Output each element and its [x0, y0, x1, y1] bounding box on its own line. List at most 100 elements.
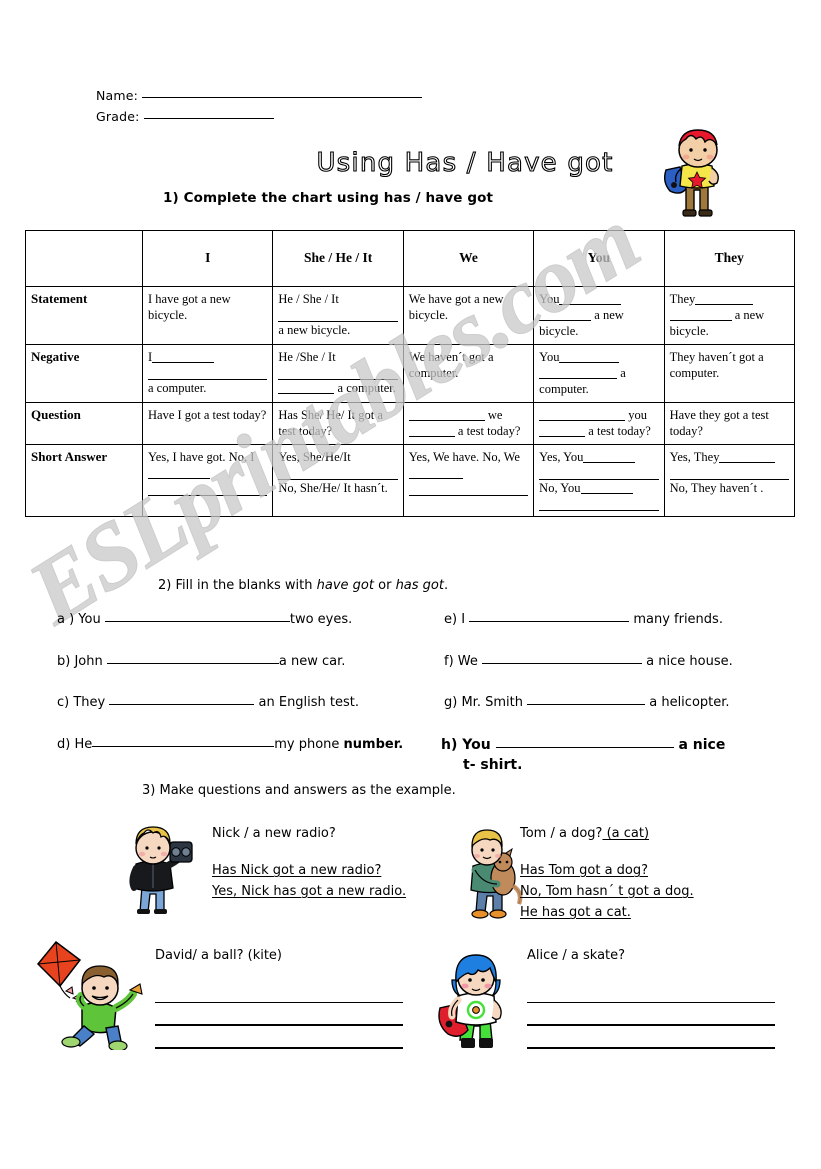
- cell-statement-she-he-it[interactable]: He / She / It a new bicycle.: [272, 286, 404, 345]
- answer-blank[interactable]: [469, 621, 630, 622]
- instr2-mid: or: [373, 578, 396, 593]
- cell-short-i[interactable]: Yes, I have got. No, I: [141, 444, 274, 517]
- instr2-em-has-got: has got: [395, 578, 444, 593]
- cell-short-she-he-it[interactable]: Yes, She/He/It No, She/He/ It hasn´t.: [272, 444, 404, 517]
- cell-text: Have I got a test today?: [148, 408, 267, 422]
- grade-field-row: Grade:: [96, 109, 274, 124]
- answer-blank[interactable]: [408, 420, 485, 421]
- answer-blank[interactable]: [539, 436, 586, 437]
- answer-blank[interactable]: [495, 747, 674, 748]
- cell-text: a test: [457, 424, 484, 438]
- table-row-short-answer: Short Answer Yes, I have got. No, I Yes,…: [25, 444, 796, 517]
- name-input-rule[interactable]: [142, 97, 423, 98]
- answer-blank[interactable]: [539, 465, 659, 480]
- answer-blank[interactable]: [539, 378, 618, 379]
- example-nick: Nick / a new radio? Has Nick got a new r…: [212, 823, 406, 902]
- answer-blank[interactable]: [539, 496, 659, 511]
- cell-text: No, You: [539, 481, 581, 495]
- answer-blank[interactable]: [92, 746, 275, 747]
- item-tail: an English test.: [258, 695, 360, 710]
- answer-blank[interactable]: [580, 493, 633, 494]
- answer-blank[interactable]: [539, 420, 626, 421]
- answer-blank[interactable]: [559, 362, 620, 363]
- fill-item-f: f) We a nice house.: [444, 654, 733, 669]
- answer-blank[interactable]: [482, 663, 643, 664]
- cell-short-we[interactable]: Yes, We have. No, We: [402, 444, 535, 517]
- item-key: b) John: [57, 654, 103, 669]
- answer-blank[interactable]: [539, 320, 592, 321]
- cell-text: a: [620, 366, 626, 380]
- cell-short-you[interactable]: Yes, You No, You: [533, 444, 665, 517]
- cell-text: We have got a new bicycle.: [408, 292, 504, 322]
- answer-blank[interactable]: [152, 362, 215, 363]
- cell-statement-they[interactable]: They a new bicycle.: [663, 286, 796, 345]
- fill-item-d: d) He my phone number.: [57, 737, 403, 752]
- answer-blank[interactable]: [669, 465, 789, 480]
- cell-text: He /She / It: [278, 350, 336, 364]
- answer-blank[interactable]: [148, 478, 210, 479]
- cell-question-we[interactable]: we a test today?: [402, 402, 535, 445]
- answer-blank[interactable]: [559, 304, 622, 305]
- answer-blank[interactable]: [278, 307, 398, 322]
- cell-text: a: [734, 308, 741, 322]
- cell-negative-i[interactable]: I a computer.: [141, 344, 274, 403]
- answer-blank[interactable]: [527, 704, 646, 705]
- instr2-pre: 2) Fill in the blanks with: [158, 578, 317, 593]
- fill-item-e: e) I many friends.: [444, 612, 723, 627]
- answer-blank[interactable]: [408, 436, 455, 437]
- cell-statement-you[interactable]: You a new bicycle.: [533, 286, 665, 345]
- has-have-got-chart: I She / He / It We You They Statement I …: [25, 230, 796, 517]
- answer-line[interactable]: [527, 981, 775, 1003]
- answer-blank[interactable]: [719, 462, 776, 463]
- answer-blank[interactable]: [278, 393, 335, 394]
- cell-negative-they: They haven´t got a computer.: [663, 344, 796, 403]
- name-label: Name:: [96, 88, 139, 103]
- cell-text: I have got a new bicycle.: [148, 292, 231, 322]
- answer-blank[interactable]: [669, 320, 732, 321]
- cell-text: Yes, We have.: [408, 450, 480, 464]
- cell-text: Yes, I have got.: [148, 450, 226, 464]
- answer-blank[interactable]: [408, 481, 529, 496]
- answer-blank[interactable]: [104, 621, 290, 622]
- answer-blank[interactable]: [278, 365, 398, 380]
- boy-with-kite-clipart: [26, 938, 144, 1050]
- cell-text: a: [337, 381, 344, 395]
- answer-blank[interactable]: [106, 663, 279, 664]
- answer-line[interactable]: [155, 981, 403, 1003]
- answer-blank[interactable]: [148, 365, 268, 380]
- cell-text: He / She / It: [278, 292, 339, 306]
- item-key: f) We: [444, 654, 478, 669]
- cell-question-you[interactable]: you a test today?: [533, 402, 665, 445]
- item-key: d) He: [57, 737, 93, 752]
- cell-negative-she-he-it[interactable]: He /She / It a computer.: [272, 344, 404, 403]
- exercise1-instruction: 1) Complete the chart using has / have g…: [163, 190, 494, 206]
- answer-line[interactable]: [527, 1026, 775, 1049]
- answer-blank[interactable]: [278, 465, 398, 480]
- example-prompt: Nick / a new radio?: [212, 826, 336, 841]
- boy-with-cat-clipart: [456, 828, 528, 920]
- cell-text: You: [539, 350, 560, 364]
- answer-blank[interactable]: [408, 478, 463, 479]
- cell-short-they[interactable]: Yes, They No, They haven´t .: [663, 444, 796, 517]
- answer-line[interactable]: [155, 1026, 403, 1049]
- answer-blank[interactable]: [583, 462, 636, 463]
- grade-input-rule[interactable]: [143, 118, 274, 119]
- header-cell-i: I: [141, 230, 274, 287]
- instr2-post: .: [443, 578, 449, 593]
- fill-item-g: g) Mr. Smith a helicopter.: [444, 695, 730, 710]
- answer-blank[interactable]: [695, 304, 754, 305]
- worksheet-page: ESLprintables.com Name: Grade: Using Has…: [0, 0, 821, 1169]
- cell-negative-you[interactable]: You a computer.: [533, 344, 665, 403]
- cell-text: You: [539, 292, 560, 306]
- answer-blank[interactable]: [109, 704, 255, 705]
- cell-text: No, We: [482, 450, 520, 464]
- task-prompt: Alice / a skate?: [527, 948, 626, 963]
- exercise2-instruction: 2) Fill in the blanks with have got or h…: [158, 578, 448, 593]
- answer-line[interactable]: [527, 1003, 775, 1026]
- header-cell-she-he-it: She / He / It: [272, 230, 404, 287]
- answer-blank[interactable]: [148, 481, 268, 496]
- answer-line[interactable]: [155, 1003, 403, 1026]
- cell-statement-i: I have got a new bicycle.: [141, 286, 274, 345]
- cell-question-i: Have I got a test today?: [141, 402, 274, 445]
- item-tail: a nice house.: [646, 654, 733, 669]
